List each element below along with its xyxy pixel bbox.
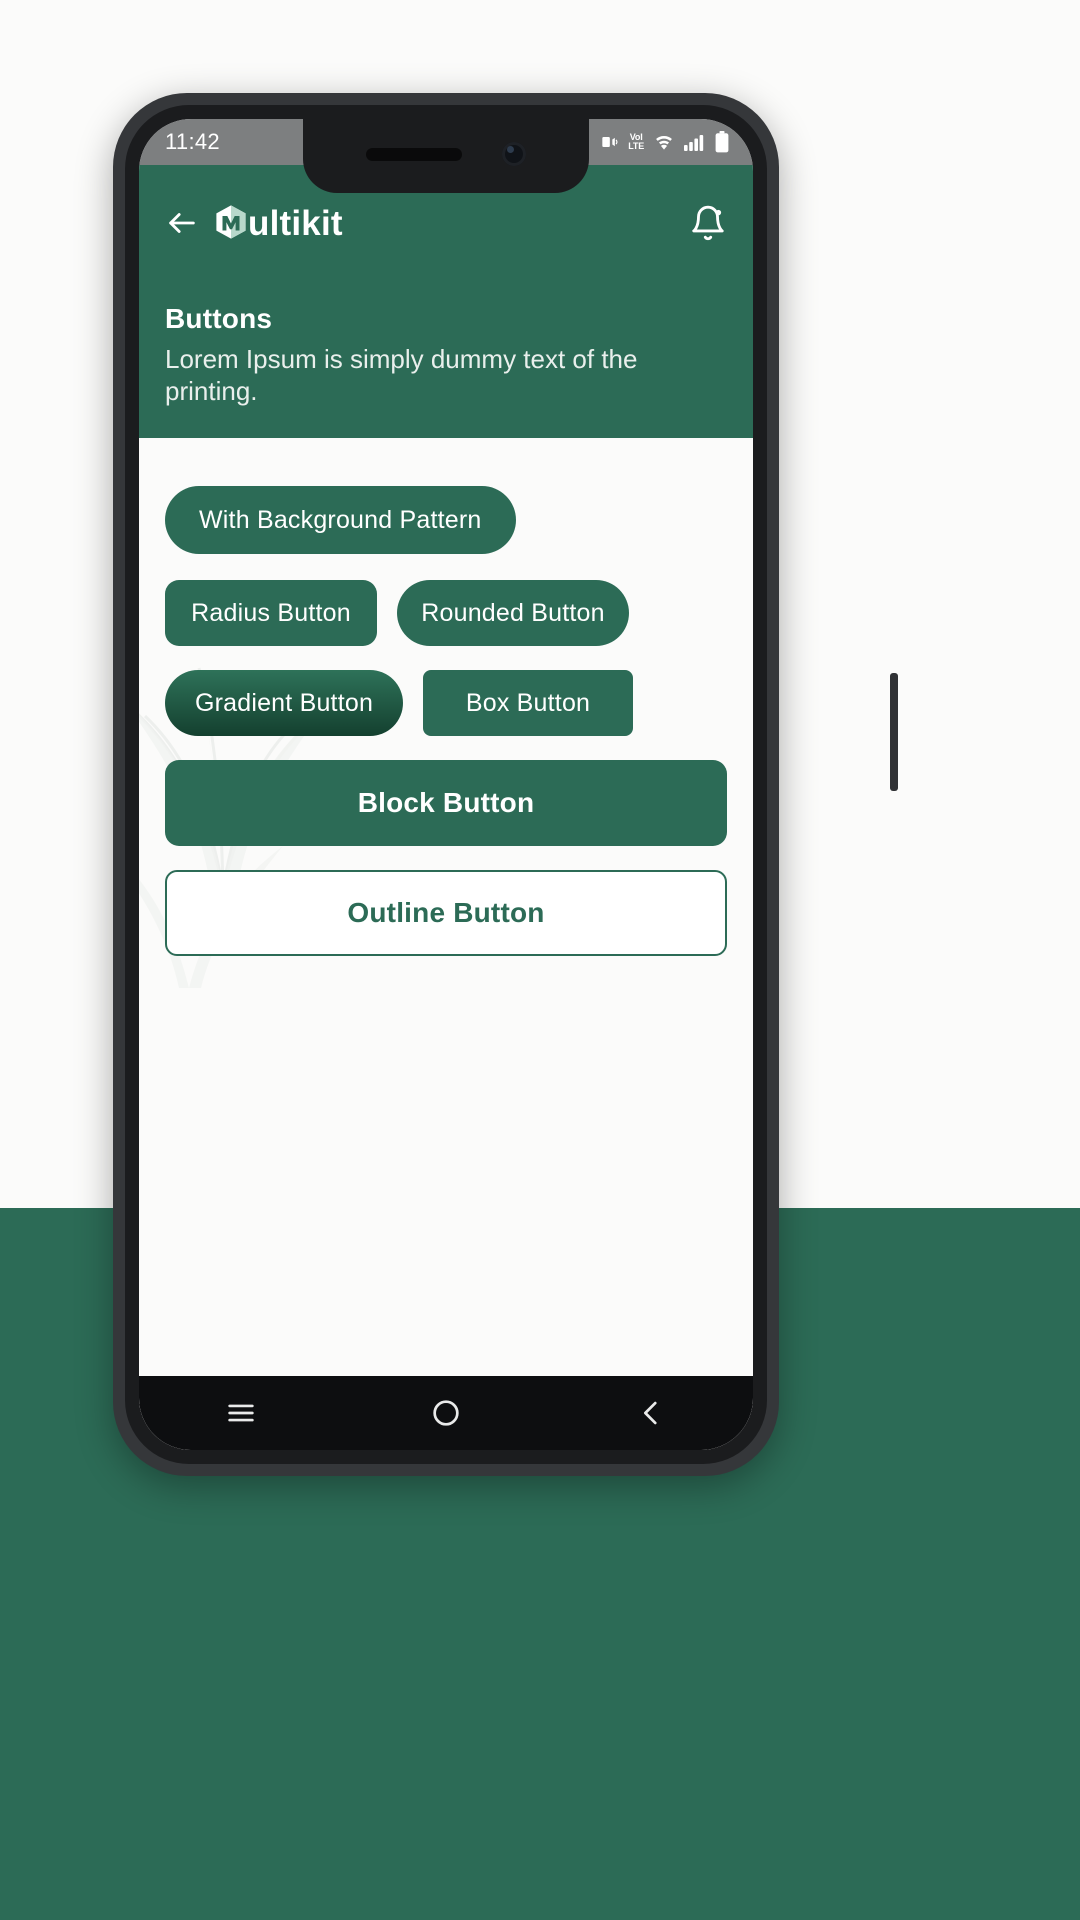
- system-navigation-bar: [139, 1376, 753, 1450]
- multikit-m-logo-icon: [211, 203, 251, 243]
- signal-icon: [684, 133, 706, 151]
- page-title: Buttons: [165, 303, 273, 334]
- vibrate-icon: [599, 132, 619, 152]
- volte-icon: VoI LTE: [628, 132, 644, 151]
- buttons-list: With Background Pattern Radius Button Ro…: [139, 438, 753, 956]
- menu-icon[interactable]: [224, 1396, 258, 1430]
- back-chevron-icon[interactable]: [634, 1396, 668, 1430]
- rounded-button[interactable]: Rounded Button: [397, 580, 629, 646]
- header-copy: Buttons Lorem Ipsum is simply dummy text…: [165, 303, 710, 407]
- brand-name: ultikit: [248, 203, 343, 243]
- front-camera: [502, 142, 526, 166]
- app-header: ultikit Buttons Lorem Ipsum is simply du…: [139, 165, 753, 438]
- phone-screen: 11:42 VoI LTE ultikit Buttons Lorem Ipsu…: [139, 119, 753, 1450]
- device-power-button: [890, 673, 898, 791]
- gradient-button[interactable]: Gradient Button: [165, 670, 403, 736]
- status-time: 11:42: [165, 129, 220, 154]
- home-circle-icon[interactable]: [429, 1396, 463, 1430]
- with-background-pattern-button[interactable]: With Background Pattern: [165, 486, 516, 554]
- battery-icon: [715, 131, 729, 153]
- back-arrow-icon[interactable]: [165, 206, 199, 240]
- box-button[interactable]: Box Button: [423, 670, 633, 736]
- page-description: Lorem Ipsum is simply dummy text of the …: [165, 344, 638, 407]
- block-button[interactable]: Block Button: [165, 760, 727, 846]
- button-row-radius-rounded: Radius Button Rounded Button: [165, 580, 727, 646]
- outline-button[interactable]: Outline Button: [165, 870, 727, 956]
- wifi-icon: [653, 133, 675, 151]
- app-toolbar: ultikit: [139, 187, 753, 259]
- brand-logo-group: ultikit: [211, 203, 343, 243]
- phone-device-frame: 11:42 VoI LTE ultikit Buttons Lorem Ipsu…: [113, 93, 898, 1476]
- status-icons: VoI LTE: [599, 131, 729, 153]
- bell-icon[interactable]: [689, 204, 727, 242]
- radius-button[interactable]: Radius Button: [165, 580, 377, 646]
- content-area: With Background Pattern Radius Button Ro…: [139, 438, 753, 1450]
- button-row-gradient-box: Gradient Button Box Button: [165, 670, 727, 736]
- device-notch: [303, 119, 589, 193]
- earpiece-speaker: [366, 147, 462, 161]
